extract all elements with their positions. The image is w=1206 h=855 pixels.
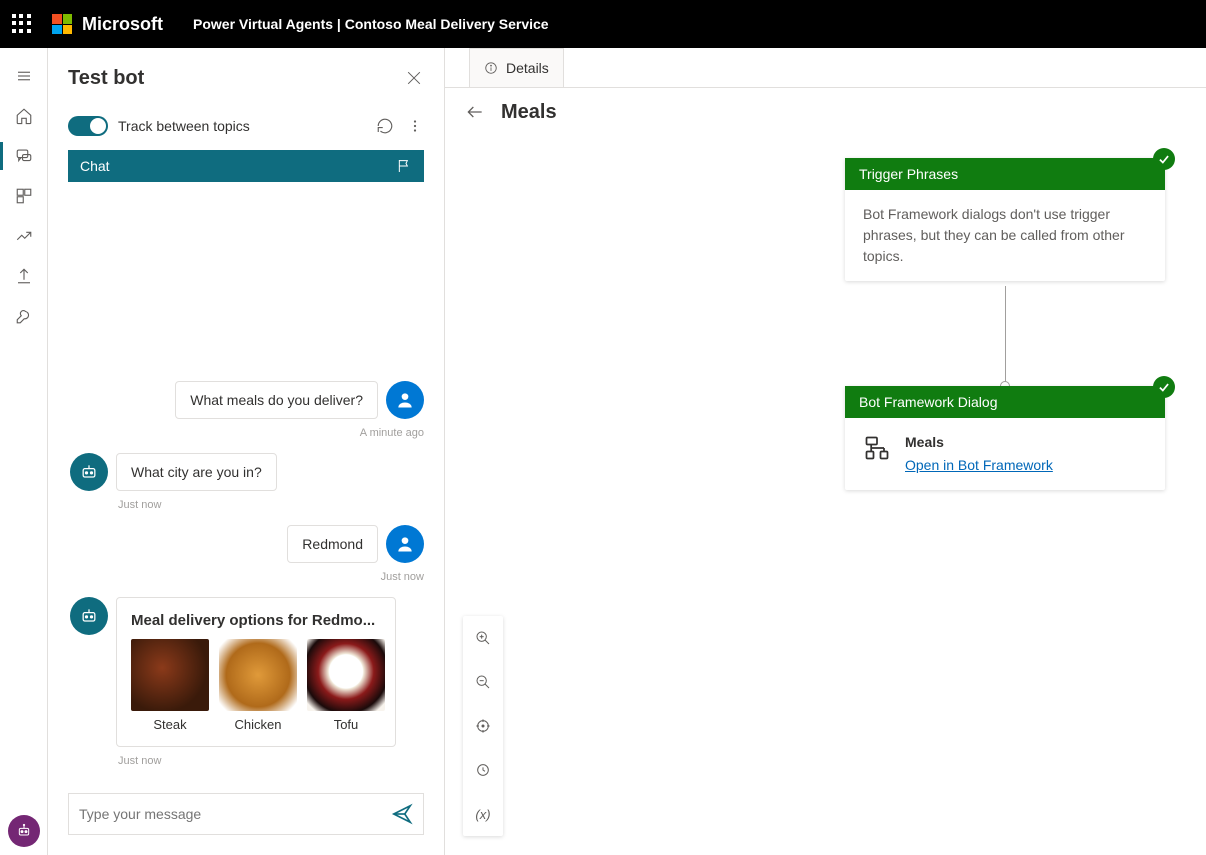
check-badge-icon — [1153, 376, 1175, 398]
info-icon — [484, 61, 498, 75]
message-timestamp: Just now — [118, 755, 424, 767]
left-nav — [0, 48, 48, 855]
open-bot-framework-link[interactable]: Open in Bot Framework — [905, 457, 1053, 473]
user-avatar — [386, 381, 424, 419]
nav-topics[interactable] — [0, 136, 48, 176]
trigger-phrases-node[interactable]: Trigger Phrases Bot Framework dialogs do… — [845, 158, 1165, 281]
page-header: Meals — [445, 88, 1206, 136]
microsoft-logo-text: Microsoft — [82, 14, 163, 35]
chat-input[interactable] — [79, 806, 391, 822]
back-arrow-icon[interactable] — [465, 102, 485, 122]
test-bot-header: Test bot — [68, 48, 424, 108]
card-title: Meal delivery options for Redmo... — [131, 612, 381, 629]
app-header: Microsoft Power Virtual Agents | Contoso… — [0, 0, 1206, 48]
tab-label: Details — [506, 60, 549, 76]
bot-message-bubble[interactable]: What city are you in? — [116, 453, 277, 491]
node-body: Bot Framework dialogs don't use trigger … — [845, 190, 1165, 281]
nav-manage[interactable] — [0, 296, 48, 336]
node-body: Meals Open in Bot Framework — [845, 418, 1165, 490]
check-badge-icon — [1153, 148, 1175, 170]
meal-option-chicken[interactable]: Chicken — [219, 639, 297, 732]
chat-input-row — [68, 793, 424, 835]
message-timestamp: A minute ago — [68, 427, 424, 439]
flag-icon[interactable] — [396, 158, 412, 174]
meal-label: Steak — [131, 717, 209, 732]
more-icon[interactable] — [406, 117, 424, 135]
chat-tab[interactable]: Chat — [68, 150, 424, 182]
variables-button[interactable]: (x) — [463, 792, 503, 836]
bot-message-row: What city are you in? — [68, 453, 424, 491]
chat-tab-label: Chat — [80, 158, 110, 174]
bot-avatar — [70, 453, 108, 491]
nav-entities[interactable] — [0, 176, 48, 216]
user-avatar — [386, 525, 424, 563]
page-title: Meals — [501, 101, 557, 124]
tofu-image — [307, 639, 385, 711]
user-message-row: Redmond — [68, 525, 424, 563]
node-header-text: Bot Framework Dialog — [859, 394, 998, 410]
node-header: Trigger Phrases — [845, 158, 1165, 190]
close-icon[interactable] — [404, 68, 424, 88]
main-area: Details Meals Trigger Phrases Bot Framew… — [445, 48, 1206, 855]
track-topics-toggle[interactable] — [68, 116, 108, 136]
message-timestamp: Just now — [68, 571, 424, 583]
nav-publish[interactable] — [0, 256, 48, 296]
meal-label: Chicken — [219, 717, 297, 732]
chicken-image — [219, 639, 297, 711]
meal-option-tofu[interactable]: Tofu — [307, 639, 385, 732]
fit-to-screen-button[interactable] — [463, 704, 503, 748]
chat-body: What meals do you deliver? A minute ago … — [68, 190, 424, 785]
dialog-icon — [863, 434, 891, 462]
app-launcher-icon[interactable] — [12, 14, 32, 34]
test-bot-panel: Test bot Track between topics Chat What … — [48, 48, 445, 855]
meal-options-card[interactable]: Meal delivery options for Redmo... Steak… — [116, 597, 396, 747]
connector-line — [1005, 286, 1006, 386]
meal-row: Steak Chicken Tofu — [131, 639, 381, 732]
node-body-text: Bot Framework dialogs don't use trigger … — [863, 204, 1147, 267]
meal-label: Tofu — [307, 717, 385, 732]
node-header-text: Trigger Phrases — [859, 166, 958, 182]
nav-hamburger[interactable] — [0, 56, 48, 96]
bot-avatar — [70, 597, 108, 635]
nav-analytics[interactable] — [0, 216, 48, 256]
nav-home[interactable] — [0, 96, 48, 136]
tab-strip: Details — [445, 48, 1206, 88]
user-message-bubble[interactable]: What meals do you deliver? — [175, 381, 378, 419]
bot-card-row: Meal delivery options for Redmo... Steak… — [68, 597, 424, 747]
test-bot-subheader: Track between topics — [68, 108, 424, 144]
zoom-in-button[interactable] — [463, 616, 503, 660]
dialog-title: Meals — [905, 432, 1147, 453]
track-topics-label: Track between topics — [118, 118, 364, 134]
test-bot-title: Test bot — [68, 67, 144, 90]
reset-view-button[interactable] — [463, 748, 503, 792]
microsoft-logo-icon — [52, 14, 72, 34]
bot-fab-button[interactable] — [8, 815, 40, 847]
bot-framework-dialog-node[interactable]: Bot Framework Dialog Meals Open in Bot F… — [845, 386, 1165, 490]
node-header: Bot Framework Dialog — [845, 386, 1165, 418]
zoom-out-button[interactable] — [463, 660, 503, 704]
steak-image — [131, 639, 209, 711]
send-icon[interactable] — [391, 803, 413, 825]
user-message-row: What meals do you deliver? — [68, 381, 424, 419]
message-timestamp: Just now — [118, 499, 424, 511]
user-message-bubble[interactable]: Redmond — [287, 525, 378, 563]
refresh-icon[interactable] — [376, 117, 394, 135]
microsoft-logo: Microsoft — [52, 14, 163, 35]
tab-details[interactable]: Details — [469, 48, 564, 87]
meal-option-steak[interactable]: Steak — [131, 639, 209, 732]
zoom-toolbar: (x) — [463, 616, 503, 836]
authoring-canvas[interactable]: Trigger Phrases Bot Framework dialogs do… — [445, 136, 1206, 855]
app-title: Power Virtual Agents | Contoso Meal Deli… — [193, 16, 549, 32]
